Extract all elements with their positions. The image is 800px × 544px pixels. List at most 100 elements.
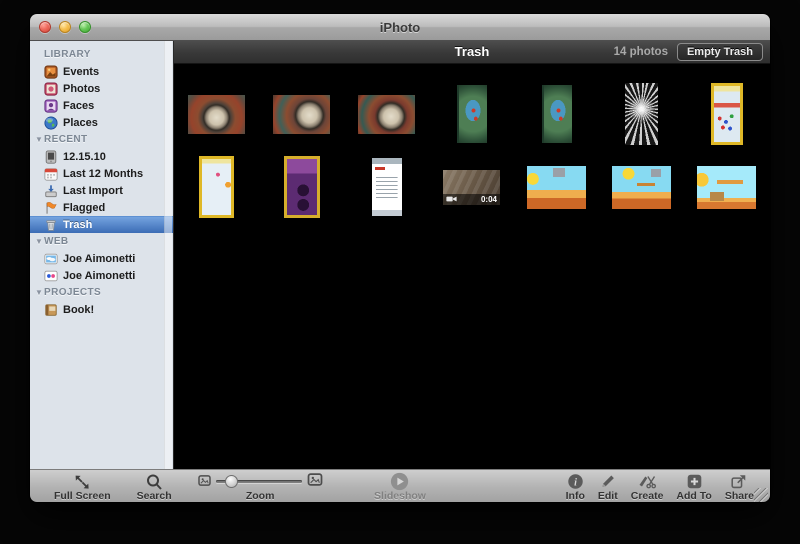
photo-cell	[514, 155, 599, 219]
sidebar-item-faces[interactable]: Faces	[30, 97, 173, 114]
info-icon: i	[567, 473, 584, 490]
empty-trash-button[interactable]: Empty Trash	[676, 43, 763, 61]
toolbar-label-share: Share	[724, 490, 754, 502]
sidebar-item-flickr-joe-aimonetti[interactable]: Joe Aimonetti	[30, 267, 173, 284]
flickr-icon	[44, 269, 58, 283]
sidebar-item-book[interactable]: Book!	[30, 301, 173, 318]
sidebar-item-label: Places	[63, 116, 98, 129]
sidebar-item-dec-15-10[interactable]: 12.15.10	[30, 148, 173, 165]
window-title: iPhoto	[379, 19, 421, 35]
photo-thumbnail-golf-course-map-screenshot-1[interactable]	[456, 85, 487, 143]
sidebar-item-label: Events	[63, 65, 100, 78]
disclosure-triangle-icon[interactable]: ▼	[35, 237, 44, 246]
photo-cell	[259, 82, 344, 146]
toolbar-button-info[interactable]: i Info	[566, 473, 585, 502]
photo-cell	[259, 155, 344, 219]
photo-thumbnail-cartoon-game-screenshot-1[interactable]	[527, 165, 586, 209]
faces-icon	[44, 98, 58, 113]
photo-grid: 0:04	[174, 64, 770, 469]
sidebar-item-label: Faces	[63, 99, 95, 112]
svg-text:i: i	[574, 477, 577, 488]
photo-thumbnail-cartoon-game-screenshot-2[interactable]	[612, 165, 671, 209]
photo-thumbnail-pinball-arena-screenshot-2[interactable]	[273, 94, 330, 134]
toolbar-label-create: Create	[630, 490, 664, 502]
photo-count-label: 14 photos	[613, 46, 668, 58]
sidebar-item-label: 12.15.10	[63, 150, 106, 163]
sidebar-item-places[interactable]: Places	[30, 114, 173, 131]
photos-icon	[44, 81, 58, 96]
search-icon	[145, 473, 163, 490]
sidebar-section-header-recent[interactable]: ▼ RECENT	[30, 131, 173, 148]
zoom-slider-knob[interactable]	[224, 475, 238, 488]
photo-thumbnail-puzzle-game-board-screenshot[interactable]	[199, 156, 234, 218]
photo-thumbnail-black-white-abstract-photo[interactable]	[625, 83, 658, 145]
photo-thumbnail-cartoon-game-screenshot-3[interactable]	[697, 165, 756, 209]
zoom-window-button[interactable]	[79, 21, 91, 33]
photo-cell	[599, 82, 684, 146]
photo-cell: 0:04	[429, 155, 514, 219]
bottom-toolbar: Full Screen Search Zoom Slideshow i Info Edi…	[30, 469, 770, 502]
sidebar-item-label: Last Import	[63, 184, 123, 197]
sidebar-item-last-12-months[interactable]: Last 12 Months	[30, 165, 173, 182]
share-icon	[730, 473, 748, 490]
main-content: Trash 14 photos Empty Trash 0:04	[174, 41, 770, 469]
import-icon	[44, 184, 58, 198]
photo-cell	[174, 82, 259, 146]
sidebar-item-label: Photos	[63, 82, 101, 95]
toolbar-button-slideshow[interactable]: Slideshow	[374, 472, 426, 502]
toolbar-button-share[interactable]: Share	[725, 473, 754, 502]
create-icon	[637, 473, 657, 490]
title-bar[interactable]: iPhoto	[30, 14, 770, 41]
sidebar-item-label: Joe Aimonetti	[63, 269, 136, 282]
disclosure-triangle-icon[interactable]: ▼	[35, 135, 44, 144]
toolbar-button-edit[interactable]: Edit	[598, 473, 618, 502]
zoom-out-photo-icon	[197, 473, 211, 491]
minimize-button[interactable]	[59, 21, 71, 33]
add-to-icon	[686, 473, 703, 490]
sidebar-item-events[interactable]: Events	[30, 63, 173, 80]
trash-icon	[44, 218, 58, 232]
photo-thumbnail-golf-course-map-screenshot-2[interactable]	[541, 85, 572, 143]
calendar-icon	[44, 167, 58, 181]
sidebar-item-label: Trash	[63, 219, 93, 231]
photo-cell	[174, 155, 259, 219]
toolbar-label-full-screen: Full Screen	[54, 490, 111, 502]
photo-cell	[514, 82, 599, 146]
zoom-slider[interactable]	[215, 475, 302, 488]
photo-cell	[344, 155, 429, 219]
sidebar-item-label: Joe Aimonetti	[63, 252, 136, 265]
photo-thumbnail-pinball-arena-screenshot-3[interactable]	[358, 94, 415, 134]
photo-thumbnail-pinball-arena-screenshot-1[interactable]	[188, 94, 245, 134]
sidebar-item-photos[interactable]: Photos	[30, 80, 173, 97]
toolbar-button-create[interactable]: Create	[630, 473, 664, 502]
sidebar-scrollbar[interactable]	[164, 41, 172, 469]
fullscreen-icon	[73, 473, 91, 490]
content-header-bar: Trash 14 photos Empty Trash	[174, 41, 770, 64]
toolbar-button-add-to[interactable]: Add To	[676, 473, 712, 502]
sidebar-item-last-import[interactable]: Last Import	[30, 182, 173, 199]
sidebar-item-label: Last 12 Months	[63, 167, 144, 180]
photo-thumbnail-video-clip-wood-floor[interactable]: 0:04	[443, 169, 500, 205]
photo-cell	[684, 82, 769, 146]
photo-thumbnail-game-over-screenshot[interactable]	[283, 156, 320, 218]
sidebar-section-label: RECENT	[44, 134, 88, 145]
sidebar-item-trash[interactable]: Trash	[30, 216, 173, 233]
toolbar-label-info: Info	[565, 490, 585, 502]
sidebar-section-header-projects[interactable]: ▼ PROJECTS	[30, 284, 173, 301]
close-button[interactable]	[39, 21, 51, 33]
video-info-bar: 0:04	[443, 193, 500, 205]
toolbar-button-full-screen[interactable]: Full Screen	[54, 473, 111, 502]
video-camera-icon	[446, 190, 457, 205]
photo-cell	[344, 82, 429, 146]
toolbar-button-zoom[interactable]: Zoom	[197, 472, 323, 502]
photo-thumbnail-move-the-ball-instructions-screenshot[interactable]	[371, 158, 402, 216]
photo-grid-row-2: 0:04	[174, 155, 770, 219]
window-resize-grip[interactable]	[754, 488, 768, 502]
disclosure-triangle-icon[interactable]: ▼	[35, 288, 44, 297]
toolbar-button-search[interactable]: Search	[137, 473, 172, 502]
sidebar-item-flagged[interactable]: Flagged	[30, 199, 173, 216]
places-icon	[44, 115, 58, 130]
sidebar-section-header-web[interactable]: ▼ WEB	[30, 233, 173, 250]
sidebar-item-web-gallery-joe-aimonetti[interactable]: Joe Aimonetti	[30, 250, 173, 267]
photo-thumbnail-puzzle-game-final-wave-screenshot[interactable]	[710, 83, 743, 145]
